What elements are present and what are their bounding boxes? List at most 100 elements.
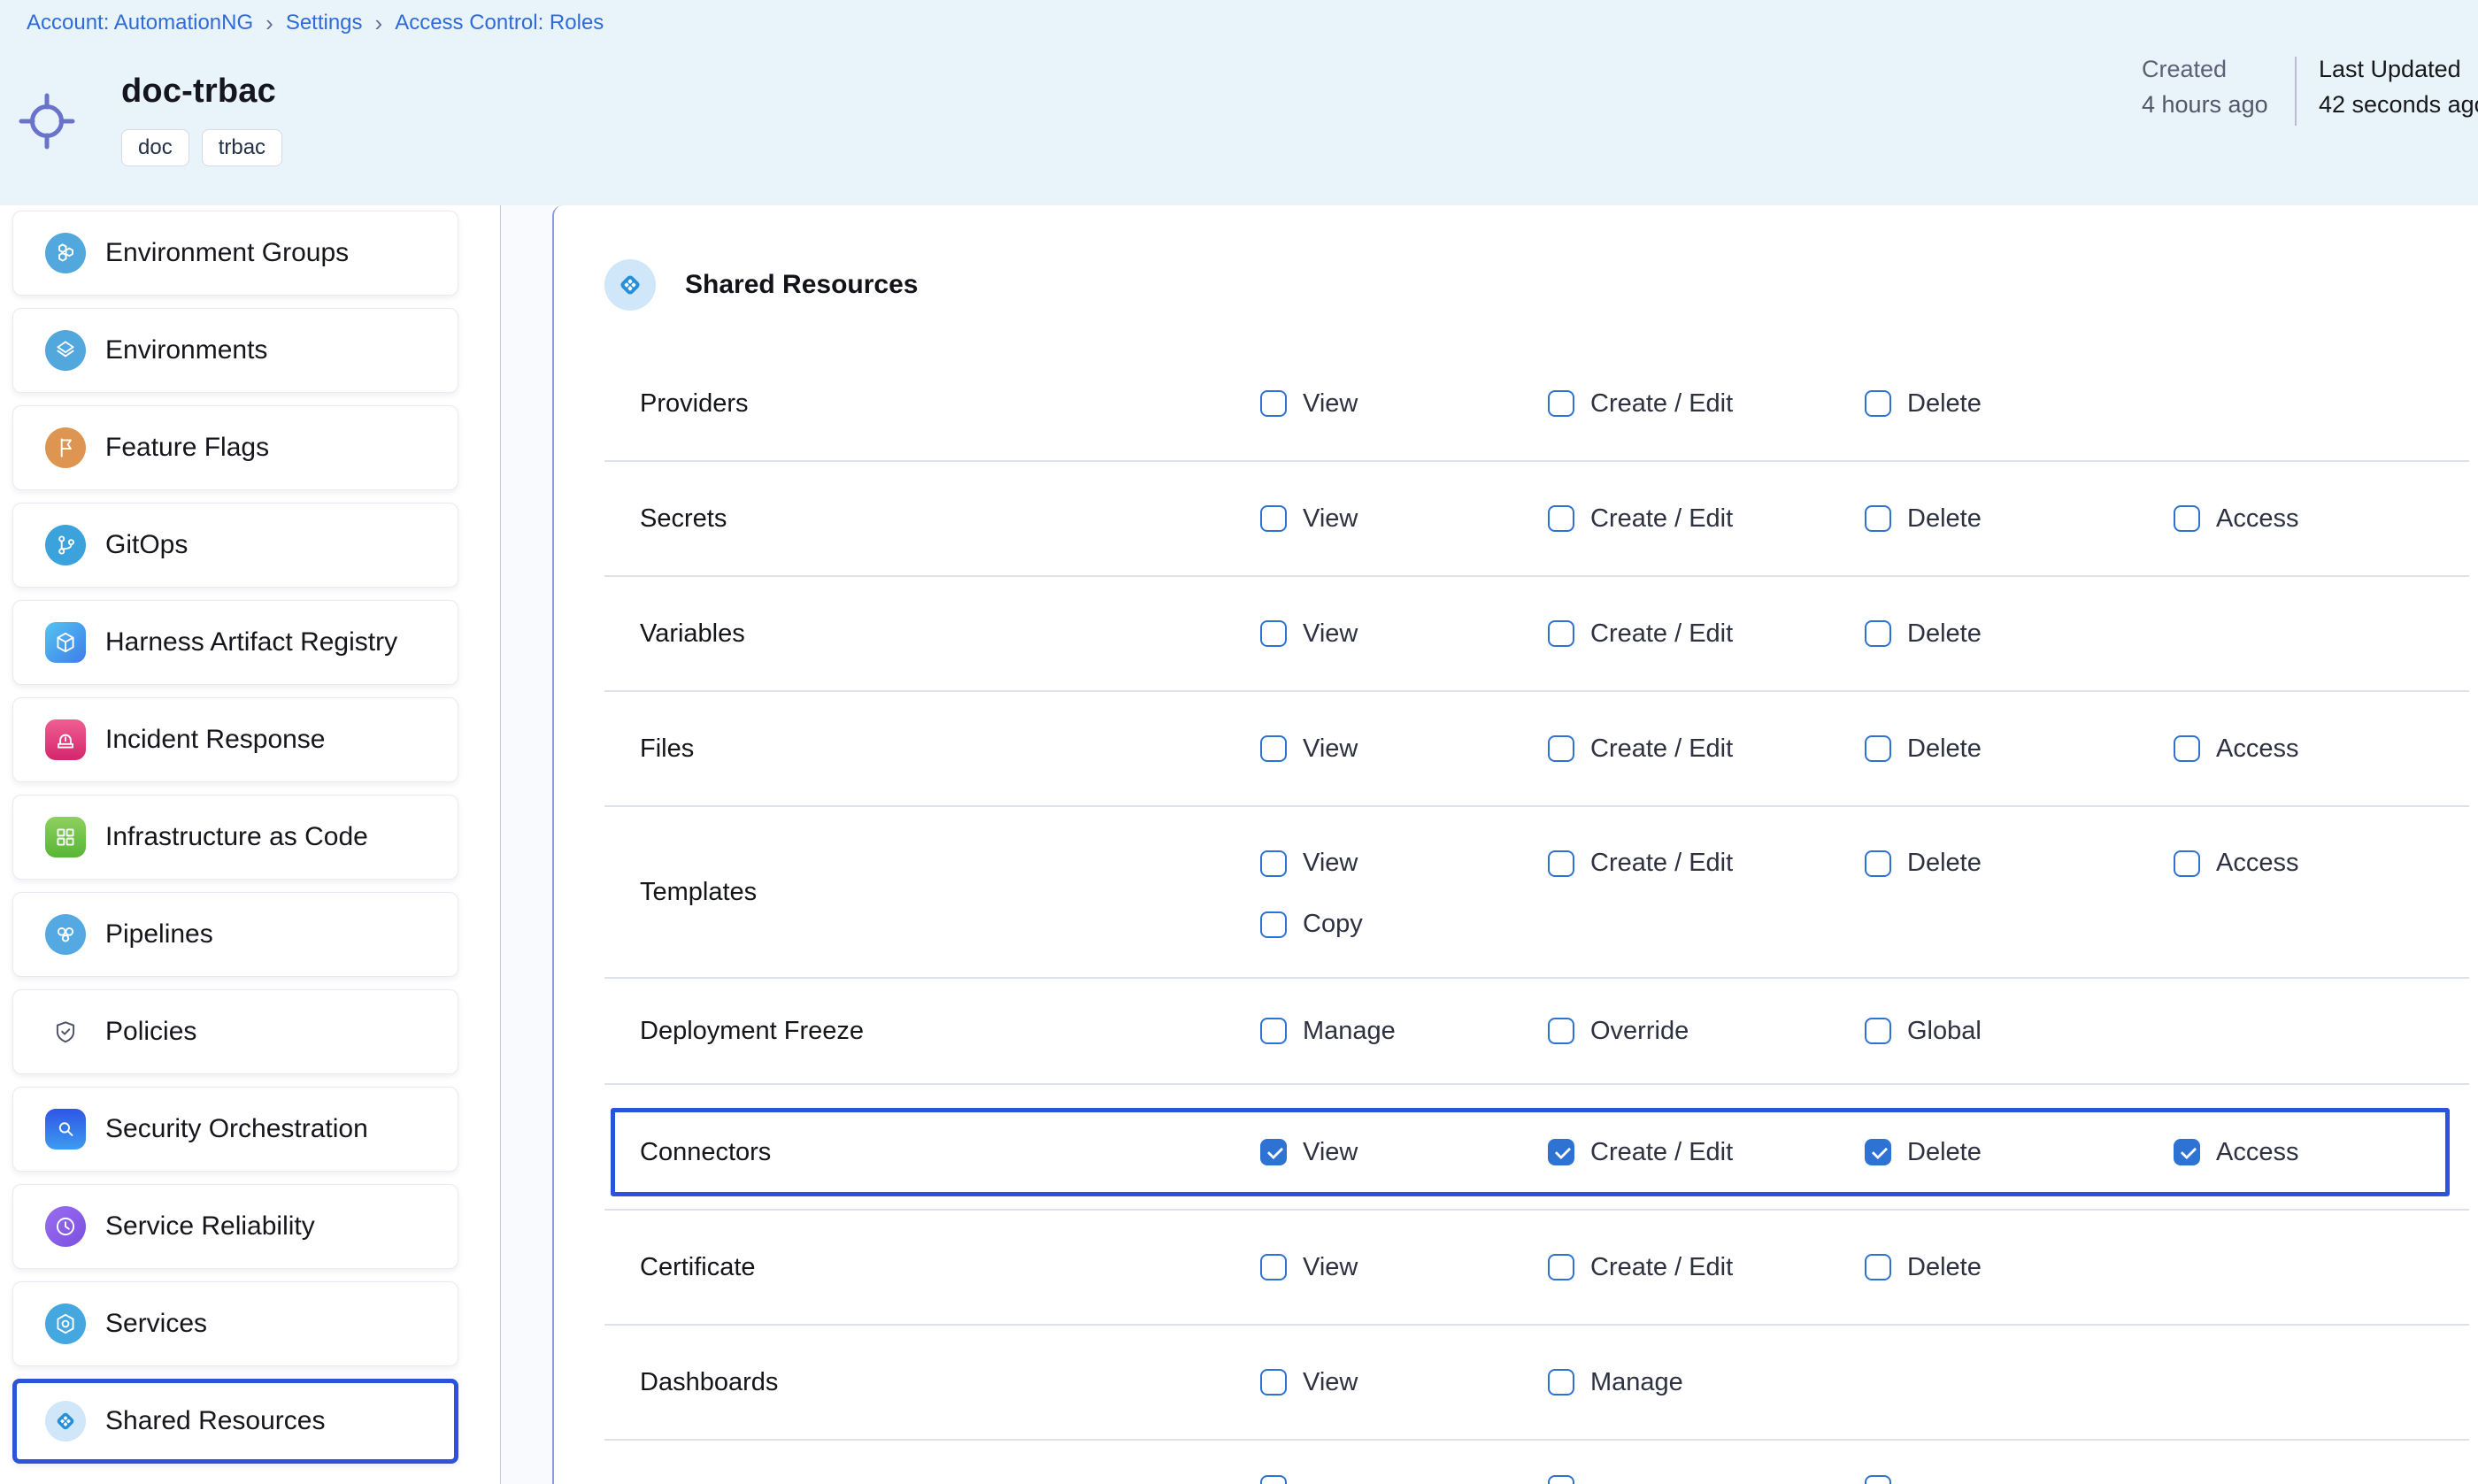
- created-label: Created: [2142, 51, 2268, 87]
- sidebar-item-gitops[interactable]: GitOps: [12, 503, 458, 588]
- permission-label: Delete: [1907, 1253, 1982, 1282]
- permission-providers-create-edit[interactable]: Create / Edit: [1548, 389, 1865, 419]
- checked-checkbox[interactable]: [1865, 1139, 1891, 1165]
- sidebar-item-environment-groups[interactable]: Environment Groups: [12, 211, 458, 296]
- unchecked-checkbox[interactable]: [1548, 390, 1574, 417]
- unchecked-checkbox[interactable]: [1865, 1254, 1891, 1280]
- permission-dashboards-view[interactable]: View: [1260, 1368, 1548, 1397]
- unchecked-checkbox[interactable]: [1260, 505, 1287, 532]
- page-title: doc-trbac: [121, 73, 276, 111]
- unchecked-checkbox[interactable]: [1548, 850, 1574, 877]
- unchecked-checkbox[interactable]: [1548, 505, 1574, 532]
- sidebar-item-pipelines[interactable]: Pipelines: [12, 892, 458, 977]
- permission-dashboards-manage[interactable]: Manage: [1548, 1368, 1865, 1397]
- sidebar-item-label: Policies: [105, 1017, 196, 1047]
- permission-templates-copy[interactable]: Copy: [1260, 910, 1548, 939]
- unchecked-checkbox[interactable]: [1260, 911, 1287, 938]
- checked-checkbox[interactable]: [1260, 1139, 1287, 1165]
- unchecked-checkbox[interactable]: [1865, 390, 1891, 417]
- sidebar-item-incident-response[interactable]: Incident Response: [12, 697, 458, 782]
- sidebar-item-shared-resources[interactable]: Shared Resources: [12, 1379, 458, 1464]
- sidebar-item-label: Incident Response: [105, 725, 326, 755]
- unchecked-checkbox[interactable]: [1865, 735, 1891, 762]
- permission-row-row[interactable]: [1548, 1475, 1865, 1484]
- sidebar-item-infrastructure-as-code[interactable]: Infrastructure as Code: [12, 795, 458, 880]
- permission-connectors-view[interactable]: View: [1260, 1138, 1548, 1167]
- sidebar-item-services[interactable]: Services: [12, 1281, 458, 1366]
- checked-checkbox[interactable]: [2174, 1139, 2200, 1165]
- permission-files-create-edit[interactable]: Create / Edit: [1548, 734, 1865, 764]
- unchecked-checkbox[interactable]: [1865, 850, 1891, 877]
- permission-secrets-create-edit[interactable]: Create / Edit: [1548, 504, 1865, 534]
- unchecked-checkbox[interactable]: [1260, 1475, 1287, 1484]
- permission-row-dashboards: DashboardsViewManage: [604, 1326, 2469, 1441]
- sidebar-item-service-reliability[interactable]: Service Reliability: [12, 1184, 458, 1269]
- permission-variables-view[interactable]: View: [1260, 619, 1548, 649]
- permission-row-row[interactable]: [1260, 1475, 1548, 1484]
- sidebar-item-feature-flags[interactable]: Feature Flags: [12, 405, 458, 490]
- permission-providers-delete[interactable]: Delete: [1865, 389, 2174, 419]
- unchecked-checkbox[interactable]: [1865, 505, 1891, 532]
- checked-checkbox[interactable]: [1548, 1139, 1574, 1165]
- unchecked-checkbox[interactable]: [1548, 620, 1574, 647]
- sidebar-item-security-orchestration[interactable]: Security Orchestration: [12, 1087, 458, 1172]
- panel-divider[interactable]: [500, 205, 552, 1484]
- sidebar-item-policies[interactable]: Policies: [12, 989, 458, 1074]
- permission-files-access[interactable]: Access: [2174, 734, 2469, 764]
- permission-cell: Manage: [1548, 1368, 1865, 1397]
- permission-certificate-delete[interactable]: Delete: [1865, 1253, 2174, 1282]
- permission-templates-create-edit[interactable]: Create / Edit: [1548, 849, 1865, 878]
- permission-certificate-create-edit[interactable]: Create / Edit: [1548, 1253, 1865, 1282]
- unchecked-checkbox[interactable]: [1260, 1254, 1287, 1280]
- unchecked-checkbox[interactable]: [1548, 735, 1574, 762]
- permission-variables-create-edit[interactable]: Create / Edit: [1548, 619, 1865, 649]
- permission-row-row[interactable]: [1865, 1475, 2174, 1484]
- permission-templates-delete[interactable]: Delete: [1865, 849, 2174, 878]
- pipelines-icon: [45, 914, 86, 955]
- permission-secrets-delete[interactable]: Delete: [1865, 504, 2174, 534]
- unchecked-checkbox[interactable]: [1260, 1018, 1287, 1044]
- permission-templates-view[interactable]: View: [1260, 849, 1548, 878]
- permission-label: View: [1303, 504, 1358, 534]
- unchecked-checkbox[interactable]: [1260, 1369, 1287, 1396]
- unchecked-checkbox[interactable]: [2174, 735, 2200, 762]
- unchecked-checkbox[interactable]: [1260, 850, 1287, 877]
- permission-label: Copy: [1303, 910, 1363, 939]
- permission-deployment-freeze-global[interactable]: Global: [1865, 1017, 2174, 1046]
- breadcrumb-link-settings[interactable]: Settings: [286, 11, 363, 35]
- unchecked-checkbox[interactable]: [1865, 1018, 1891, 1044]
- unchecked-checkbox[interactable]: [1548, 1254, 1574, 1280]
- permission-deployment-freeze-manage[interactable]: Manage: [1260, 1017, 1548, 1046]
- permission-cell: View: [1260, 389, 1548, 419]
- permission-certificate-view[interactable]: View: [1260, 1253, 1548, 1282]
- permission-deployment-freeze-override[interactable]: Override: [1548, 1017, 1865, 1046]
- permission-cell: View Copy: [1260, 807, 1548, 939]
- unchecked-checkbox[interactable]: [1865, 620, 1891, 647]
- sidebar-item-harness-artifact-registry[interactable]: Harness Artifact Registry: [12, 600, 458, 685]
- permission-files-view[interactable]: View: [1260, 734, 1548, 764]
- unchecked-checkbox[interactable]: [1260, 735, 1287, 762]
- unchecked-checkbox[interactable]: [1548, 1475, 1574, 1484]
- unchecked-checkbox[interactable]: [1548, 1018, 1574, 1044]
- unchecked-checkbox[interactable]: [2174, 850, 2200, 877]
- role-permissions-page: Account: AutomationNG›Settings›Access Co…: [0, 0, 2478, 1484]
- unchecked-checkbox[interactable]: [1260, 390, 1287, 417]
- permission-connectors-create-edit[interactable]: Create / Edit: [1548, 1138, 1865, 1167]
- permission-connectors-delete[interactable]: Delete: [1865, 1138, 2174, 1167]
- permissions-panel: Shared Resources ProvidersViewCreate / E…: [552, 205, 2478, 1484]
- permission-providers-view[interactable]: View: [1260, 389, 1548, 419]
- permission-variables-delete[interactable]: Delete: [1865, 619, 2174, 649]
- permission-secrets-access[interactable]: Access: [2174, 504, 2469, 534]
- unchecked-checkbox[interactable]: [2174, 505, 2200, 532]
- permission-cell: Create / Edit: [1548, 619, 1865, 649]
- permission-templates-access[interactable]: Access: [2174, 849, 2469, 878]
- unchecked-checkbox[interactable]: [1260, 620, 1287, 647]
- breadcrumb-link-account-automationng[interactable]: Account: AutomationNG: [27, 11, 253, 35]
- permission-connectors-access[interactable]: Access: [2174, 1138, 2445, 1167]
- unchecked-checkbox[interactable]: [1548, 1369, 1574, 1396]
- permission-files-delete[interactable]: Delete: [1865, 734, 2174, 764]
- sidebar-item-environments[interactable]: Environments: [12, 308, 458, 393]
- unchecked-checkbox[interactable]: [1865, 1475, 1891, 1484]
- permission-secrets-view[interactable]: View: [1260, 504, 1548, 534]
- breadcrumb-link-access-control-roles[interactable]: Access Control: Roles: [395, 11, 604, 35]
